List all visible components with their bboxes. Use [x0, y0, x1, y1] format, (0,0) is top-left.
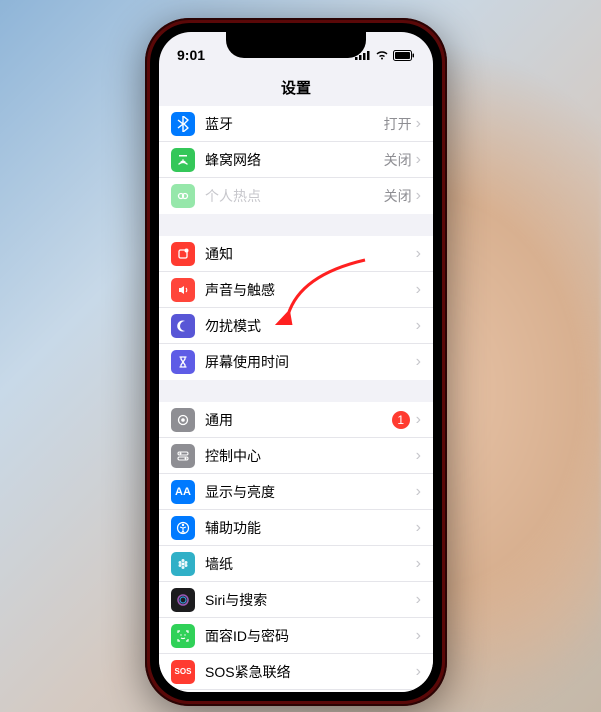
- cellular-icon: [171, 148, 195, 172]
- bluetooth-icon: [171, 112, 195, 136]
- settings-list[interactable]: 蓝牙 打开 › 蜂窝网络 关闭 › 个人热点 关闭 ›: [159, 106, 433, 692]
- hourglass-icon: [171, 350, 195, 374]
- accessibility-icon: [171, 516, 195, 540]
- chevron-icon: ›: [416, 281, 421, 299]
- page-title: 设置: [159, 72, 433, 106]
- row-label: 控制中心: [205, 446, 416, 466]
- row-label: 通用: [205, 410, 392, 430]
- chevron-icon: ›: [416, 317, 421, 335]
- group-general: 通用 1 › 控制中心 › AA 显示与亮度 › 辅助功能 ›: [159, 402, 433, 692]
- row-notifications[interactable]: 通知 ›: [159, 236, 433, 272]
- chevron-icon: ›: [416, 447, 421, 465]
- row-label: 通知: [205, 244, 416, 264]
- moon-icon: [171, 314, 195, 338]
- row-hotspot[interactable]: 个人热点 关闭 ›: [159, 178, 433, 214]
- row-label: 个人热点: [205, 186, 384, 206]
- row-wallpaper[interactable]: 墙纸 ›: [159, 546, 433, 582]
- row-faceid[interactable]: 面容ID与密码 ›: [159, 618, 433, 654]
- siri-icon: [171, 588, 195, 612]
- sos-icon: SOS: [171, 660, 195, 684]
- row-label: 蜂窝网络: [205, 150, 384, 170]
- hotspot-icon: [171, 184, 195, 208]
- chevron-icon: ›: [416, 591, 421, 609]
- row-label: Siri与搜索: [205, 590, 416, 610]
- row-screentime[interactable]: 屏幕使用时间 ›: [159, 344, 433, 380]
- row-label: 蓝牙: [205, 114, 384, 134]
- group-notifications: 通知 › 声音与触感 › 勿扰模式 › 屏幕使用时间 ›: [159, 236, 433, 380]
- row-dnd[interactable]: 勿扰模式 ›: [159, 308, 433, 344]
- chevron-icon: ›: [416, 411, 421, 429]
- row-accessibility[interactable]: 辅助功能 ›: [159, 510, 433, 546]
- row-general[interactable]: 通用 1 ›: [159, 402, 433, 438]
- row-sounds[interactable]: 声音与触感 ›: [159, 272, 433, 308]
- row-label: 面容ID与密码: [205, 626, 416, 646]
- row-bluetooth[interactable]: 蓝牙 打开 ›: [159, 106, 433, 142]
- sounds-icon: [171, 278, 195, 302]
- row-cellular[interactable]: 蜂窝网络 关闭 ›: [159, 142, 433, 178]
- group-connectivity: 蓝牙 打开 › 蜂窝网络 关闭 › 个人热点 关闭 ›: [159, 106, 433, 214]
- notification-badge: 1: [392, 411, 410, 429]
- notch: [226, 32, 366, 58]
- row-value: 关闭: [384, 150, 412, 170]
- chevron-icon: ›: [416, 519, 421, 537]
- phone-frame: 9:01 设置 蓝牙 打开 › 蜂窝网络 关闭 ›: [145, 18, 447, 706]
- text-size-icon: AA: [171, 480, 195, 504]
- row-label: SOS紧急联络: [205, 662, 416, 682]
- faceid-icon: [171, 624, 195, 648]
- chevron-icon: ›: [416, 245, 421, 263]
- chevron-icon: ›: [416, 627, 421, 645]
- chevron-icon: ›: [416, 663, 421, 681]
- row-display[interactable]: AA 显示与亮度 ›: [159, 474, 433, 510]
- row-label: 辅助功能: [205, 518, 416, 538]
- row-controlcenter[interactable]: 控制中心 ›: [159, 438, 433, 474]
- gear-icon: [171, 408, 195, 432]
- row-label: 屏幕使用时间: [205, 352, 416, 372]
- chevron-icon: ›: [416, 115, 421, 133]
- row-siri[interactable]: Siri与搜索 ›: [159, 582, 433, 618]
- phone-screen: 9:01 设置 蓝牙 打开 › 蜂窝网络 关闭 ›: [159, 32, 433, 692]
- row-label: 勿扰模式: [205, 316, 416, 336]
- chevron-icon: ›: [416, 555, 421, 573]
- chevron-icon: ›: [416, 483, 421, 501]
- row-label: 声音与触感: [205, 280, 416, 300]
- chevron-icon: ›: [416, 187, 421, 205]
- chevron-icon: ›: [416, 353, 421, 371]
- chevron-icon: ›: [416, 151, 421, 169]
- row-sos[interactable]: SOS SOS紧急联络 ›: [159, 654, 433, 690]
- row-value: 打开: [384, 114, 412, 134]
- flower-icon: [171, 552, 195, 576]
- row-label: 显示与亮度: [205, 482, 416, 502]
- row-battery[interactable]: 电池 ›: [159, 690, 433, 692]
- switches-icon: [171, 444, 195, 468]
- status-time: 9:01: [177, 47, 205, 63]
- row-value: 关闭: [384, 186, 412, 206]
- notifications-icon: [171, 242, 195, 266]
- wifi-icon: [375, 50, 389, 60]
- battery-icon: [393, 50, 415, 61]
- row-label: 墙纸: [205, 554, 416, 574]
